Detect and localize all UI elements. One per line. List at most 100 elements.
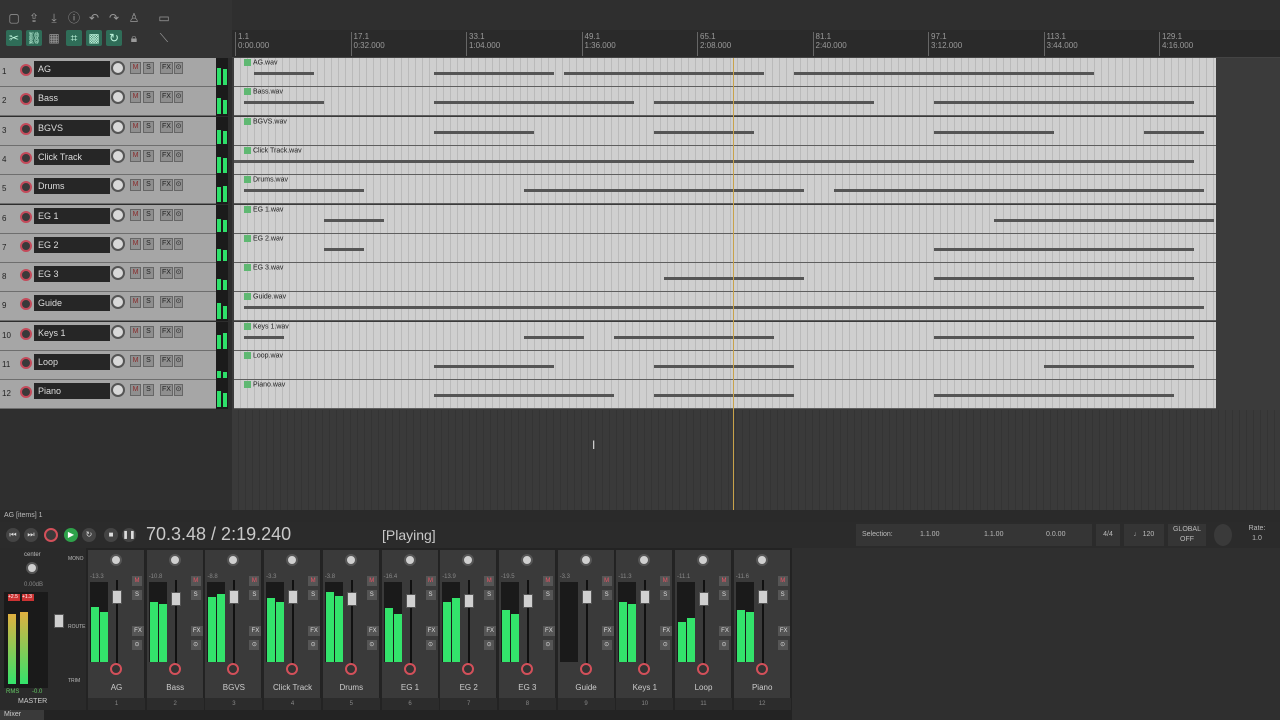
- volume-knob[interactable]: [111, 208, 125, 222]
- arrange-empty-area[interactable]: [232, 410, 1280, 510]
- strip-solo-button[interactable]: S: [190, 590, 201, 600]
- volume-knob[interactable]: [111, 354, 125, 368]
- playrate-knob[interactable]: [1214, 524, 1232, 546]
- strip-io-button[interactable]: ⊙: [777, 640, 788, 650]
- item-grouping-icon[interactable]: ▦: [46, 30, 62, 46]
- pan-knob[interactable]: [697, 554, 709, 566]
- volume-knob[interactable]: [111, 383, 125, 397]
- mixer-tab[interactable]: Mixer: [0, 710, 44, 720]
- pan-knob[interactable]: [462, 554, 475, 566]
- fx-button[interactable]: FX: [160, 384, 173, 396]
- pan-knob[interactable]: [227, 554, 240, 566]
- media-item[interactable]: Click Track.wav: [234, 146, 1216, 175]
- strip-mute-button[interactable]: M: [660, 576, 671, 586]
- track-name-field[interactable]: Loop: [34, 354, 110, 370]
- track-header[interactable]: 6 EG 1 M S FX ⊙: [0, 205, 216, 234]
- media-item[interactable]: EG 2.wav: [234, 234, 1216, 263]
- strip-mute-button[interactable]: M: [719, 576, 729, 586]
- volume-knob[interactable]: [111, 90, 125, 104]
- new-project-icon[interactable]: ▢: [6, 10, 22, 26]
- pause-button[interactable]: ❚❚: [122, 528, 136, 542]
- io-button[interactable]: ⊙: [174, 209, 183, 221]
- volume-knob[interactable]: [111, 120, 125, 134]
- track-name-field[interactable]: EG 3: [34, 266, 110, 282]
- time-signature[interactable]: 4/4: [1096, 524, 1120, 546]
- record-arm-button[interactable]: [20, 386, 32, 398]
- mute-button[interactable]: M: [130, 209, 141, 221]
- strip-mute-button[interactable]: M: [132, 576, 142, 586]
- strip-record-arm[interactable]: [168, 663, 181, 675]
- strip-solo-button[interactable]: S: [719, 590, 729, 600]
- master-mono-button[interactable]: MONO: [68, 556, 84, 562]
- master-fader[interactable]: [54, 614, 64, 628]
- mute-button[interactable]: M: [130, 150, 141, 162]
- solo-button[interactable]: S: [143, 326, 154, 338]
- undo-icon[interactable]: ↶: [86, 10, 102, 26]
- volume-fader[interactable]: [581, 590, 592, 604]
- pan-knob[interactable]: [168, 554, 181, 566]
- strip-io-button[interactable]: ⊙: [660, 640, 671, 650]
- strip-record-arm[interactable]: [110, 663, 122, 675]
- strip-solo-button[interactable]: S: [484, 590, 495, 600]
- track-header[interactable]: 1 AG M S FX ⊙: [0, 58, 216, 87]
- record-arm-button[interactable]: [20, 298, 32, 310]
- mute-button[interactable]: M: [130, 62, 141, 74]
- strip-mute-button[interactable]: M: [366, 576, 377, 586]
- go-to-start-button[interactable]: ⏮: [6, 528, 20, 542]
- track-name-field[interactable]: BGVS: [34, 120, 110, 136]
- fx-button[interactable]: FX: [160, 355, 173, 367]
- selection-start[interactable]: 1.1.00: [920, 531, 939, 538]
- open-project-icon[interactable]: ⇪: [26, 10, 42, 26]
- strip-io-button[interactable]: ⊙: [601, 640, 612, 650]
- mute-button[interactable]: M: [130, 296, 141, 308]
- strip-record-arm[interactable]: [286, 663, 299, 675]
- solo-button[interactable]: S: [143, 384, 154, 396]
- fx-button[interactable]: FX: [160, 179, 173, 191]
- media-item[interactable]: Piano.wav: [234, 380, 1216, 409]
- io-button[interactable]: ⊙: [174, 267, 183, 279]
- strip-fx-button[interactable]: FX: [132, 626, 144, 636]
- media-item[interactable]: Guide.wav: [234, 292, 1216, 321]
- pan-knob[interactable]: [520, 554, 533, 566]
- strip-io-button[interactable]: ⊙: [719, 640, 729, 650]
- arrange-view[interactable]: AG.wav Bass.wav BGVS.wav Click Track.wav Dru…: [232, 58, 1280, 517]
- strip-fx-button[interactable]: FX: [308, 626, 321, 636]
- strip-record-arm[interactable]: [227, 663, 240, 675]
- lock-icon[interactable]: 🔒︎: [126, 30, 142, 46]
- stop-button[interactable]: ■: [104, 528, 118, 542]
- volume-fader[interactable]: [464, 594, 475, 608]
- track-header[interactable]: 5 Drums M S FX ⊙: [0, 175, 216, 204]
- volume-fader[interactable]: [640, 590, 651, 604]
- volume-fader[interactable]: [229, 590, 240, 604]
- mute-button[interactable]: M: [130, 355, 141, 367]
- strip-record-arm[interactable]: [697, 663, 709, 675]
- strip-record-arm[interactable]: [462, 663, 475, 675]
- track-header[interactable]: 8 EG 3 M S FX ⊙: [0, 263, 216, 292]
- track-name-field[interactable]: Keys 1: [34, 325, 110, 341]
- ripple-edit-icon[interactable]: ✂: [6, 30, 22, 46]
- media-item[interactable]: Loop.wav: [234, 351, 1216, 380]
- strip-io-button[interactable]: ⊙: [190, 640, 201, 650]
- repeat-button[interactable]: ↻: [82, 528, 96, 542]
- envelope-tool-icon[interactable]: ⟍: [156, 30, 172, 46]
- io-button[interactable]: ⊙: [174, 296, 183, 308]
- io-button[interactable]: ⊙: [174, 121, 183, 133]
- strip-io-button[interactable]: ⊙: [425, 640, 436, 650]
- io-button[interactable]: ⊙: [174, 384, 183, 396]
- track-name-field[interactable]: Bass: [34, 90, 110, 106]
- io-button[interactable]: ⊙: [174, 238, 183, 250]
- volume-fader[interactable]: [170, 592, 181, 606]
- strip-fx-button[interactable]: FX: [366, 626, 379, 636]
- fx-button[interactable]: FX: [160, 150, 173, 162]
- strip-mute-button[interactable]: M: [542, 576, 553, 586]
- pan-knob[interactable]: [755, 554, 768, 566]
- pan-knob[interactable]: [638, 554, 651, 566]
- strip-record-arm[interactable]: [520, 663, 533, 675]
- pan-knob[interactable]: [110, 554, 122, 566]
- strip-fx-button[interactable]: FX: [542, 626, 555, 636]
- fx-button[interactable]: FX: [160, 326, 173, 338]
- selection-length[interactable]: 0.0.00: [1046, 531, 1065, 538]
- pan-knob[interactable]: [286, 554, 299, 566]
- strip-io-button[interactable]: ⊙: [542, 640, 553, 650]
- record-arm-button[interactable]: [20, 93, 32, 105]
